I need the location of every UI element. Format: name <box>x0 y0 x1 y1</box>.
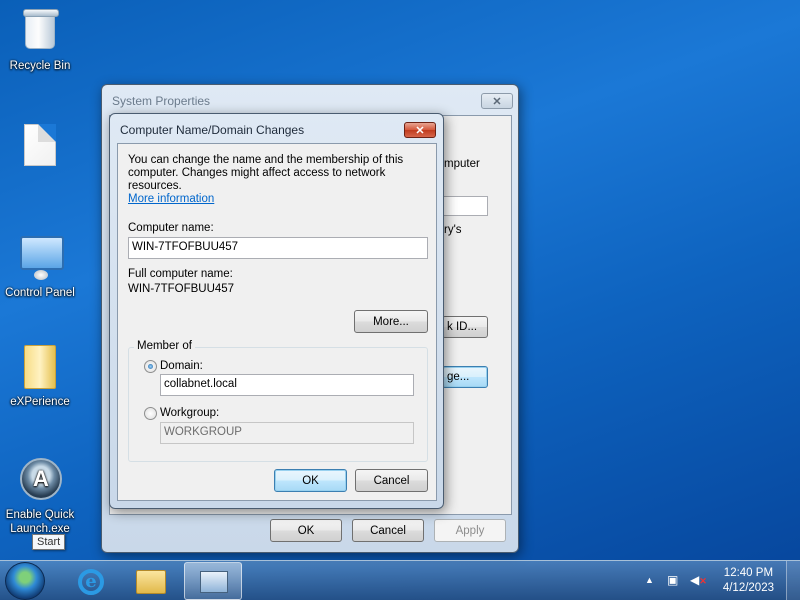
workgroup-label: Workgroup: <box>160 407 220 419</box>
start-tooltip: Start <box>32 534 66 550</box>
ok-button[interactable]: OK <box>270 519 342 542</box>
apply-button: Apply <box>434 519 506 542</box>
workgroup-input: WORKGROUP <box>160 422 414 444</box>
document-icon <box>20 124 60 170</box>
more-information-link[interactable]: More information <box>128 193 214 205</box>
desktop-icon-blank-document[interactable] <box>0 122 80 174</box>
show-desktop-button[interactable] <box>786 561 800 600</box>
close-button[interactable]: ✕ <box>481 93 513 109</box>
dialog-panel: You can change the name and the membersh… <box>117 143 437 501</box>
quick-launch-app-icon: A <box>20 458 62 504</box>
close-button[interactable]: ✕ <box>404 122 436 138</box>
clock-date: 4/12/2023 <box>722 582 774 594</box>
network-id-button[interactable]: k ID... <box>442 316 488 338</box>
button-label: Apply <box>455 524 485 537</box>
taskbar-item-internet-explorer[interactable]: e <box>62 562 120 600</box>
desktop-icon-enable-quick-launch[interactable]: A Enable Quick Launch.exe <box>0 456 80 536</box>
dialog-title: Computer Name/Domain Changes <box>120 123 305 137</box>
desktop-icon-label: Recycle Bin <box>9 60 71 72</box>
volume-muted-icon[interactable]: ◀✕ <box>690 573 707 587</box>
internet-explorer-icon: e <box>78 569 104 595</box>
folder-icon <box>20 345 60 391</box>
desktop-icon-label: eXPerience <box>10 396 70 408</box>
full-computer-name-label: Full computer name: <box>128 268 233 280</box>
domain-radio[interactable] <box>144 360 157 373</box>
button-label: ge... <box>447 371 470 383</box>
computer-name-input[interactable]: WIN-7TFOFBUU457 <box>128 237 428 259</box>
control-panel-icon <box>20 236 64 282</box>
description: You can change the name and the membersh… <box>128 154 404 192</box>
network-icon[interactable]: ▣ <box>667 573 678 587</box>
desktop-icon-control-panel[interactable]: Control Panel <box>0 232 80 300</box>
desktop-icon-recycle-bin[interactable]: Recycle Bin <box>0 6 80 73</box>
member-of-label: Member of <box>134 340 195 352</box>
close-icon: ✕ <box>492 95 502 108</box>
system-properties-icon <box>200 571 228 593</box>
domain-label: Domain: <box>160 360 203 372</box>
description-text: You can change the name and the membersh… <box>128 154 428 206</box>
recycle-bin-icon <box>20 9 60 55</box>
taskbar-item-system-properties[interactable] <box>184 562 242 600</box>
computer-name-label: Computer name: <box>128 222 214 234</box>
show-hidden-icons-button[interactable]: ▲ <box>645 575 654 585</box>
taskbar: e ▲ ▣ ◀✕ 12:40 PM 4/12/2023 <box>0 560 800 600</box>
close-icon: ✕ <box>415 124 425 137</box>
more-button[interactable]: More... <box>354 310 428 333</box>
desktop-icon-label: Control Panel <box>5 287 75 299</box>
partial-text: ry's <box>444 224 462 236</box>
change-button[interactable]: ge... <box>442 366 488 388</box>
full-computer-name-value: WIN-7TFOFBUU457 <box>128 283 235 295</box>
partial-field <box>442 196 488 216</box>
taskbar-item-windows-explorer[interactable] <box>122 562 180 600</box>
start-button[interactable] <box>5 562 45 600</box>
windows-explorer-icon <box>136 570 166 594</box>
button-label: More... <box>373 315 409 328</box>
clock-time: 12:40 PM <box>723 567 774 579</box>
desktop-icon-experience[interactable]: eXPerience <box>0 344 80 409</box>
ok-button[interactable]: OK <box>274 469 347 492</box>
button-label: k ID... <box>447 321 478 333</box>
button-label: Cancel <box>373 474 410 487</box>
workgroup-radio[interactable] <box>144 407 157 420</box>
desktop-icon-label: Enable Quick Launch.exe <box>5 509 75 535</box>
domain-input[interactable]: collabnet.local <box>160 374 414 396</box>
window-title: System Properties <box>112 94 211 108</box>
cancel-button[interactable]: Cancel <box>352 519 424 542</box>
computer-name-dialog: Computer Name/Domain Changes ✕ You can c… <box>109 113 444 509</box>
partial-text: mputer <box>444 158 480 170</box>
button-label: Cancel <box>370 524 406 537</box>
cancel-button[interactable]: Cancel <box>355 469 428 492</box>
button-label: OK <box>302 474 319 487</box>
button-label: OK <box>297 524 315 537</box>
clock[interactable]: 12:40 PM 4/12/2023 <box>723 566 774 596</box>
